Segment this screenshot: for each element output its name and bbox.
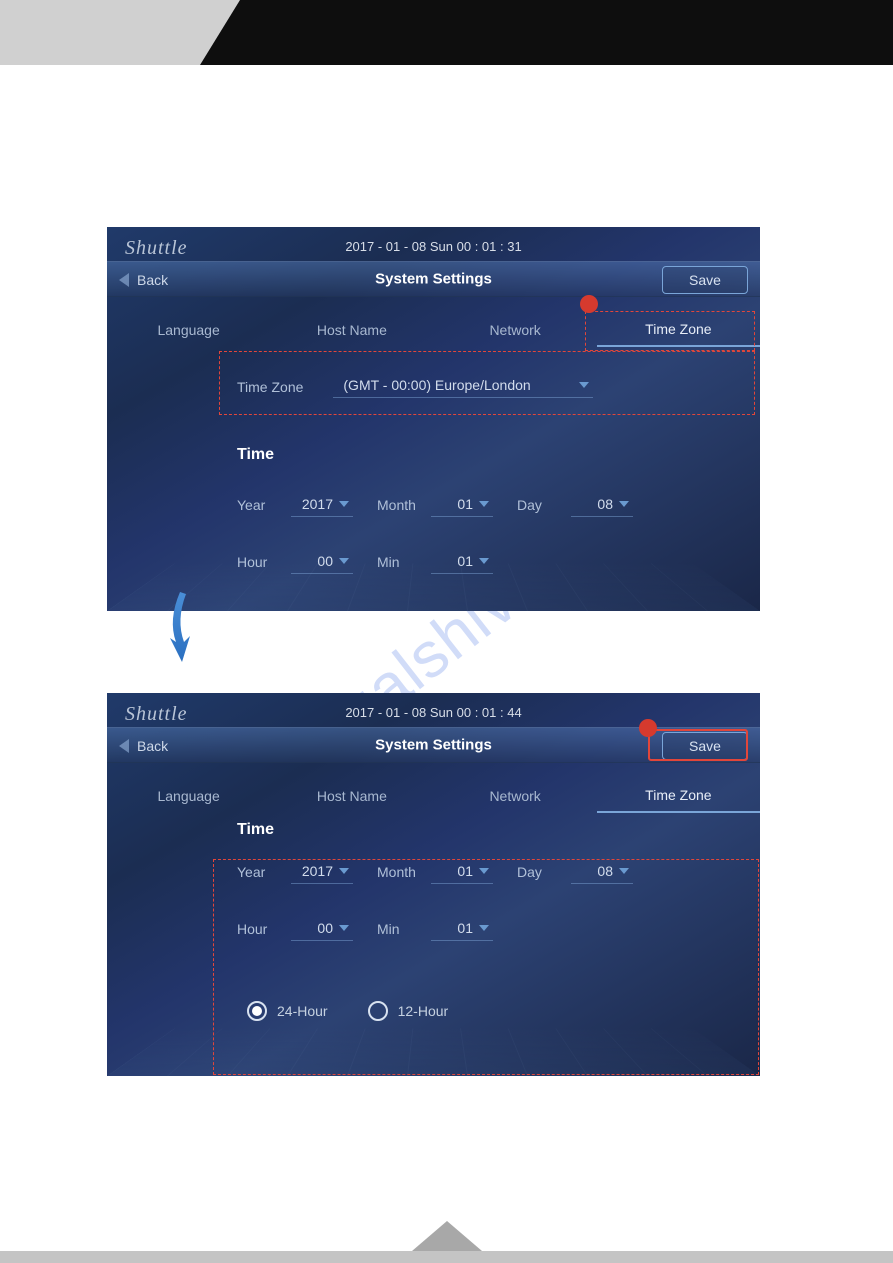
year-field: Year 2017 [237, 494, 353, 517]
title-bar: Back System Settings Save [107, 727, 760, 763]
time-format-radios: 24-Hour 12-Hour [247, 1001, 740, 1021]
day-label: Day [517, 497, 561, 517]
month-dropdown[interactable]: 01 [431, 494, 493, 517]
chevron-down-icon [339, 558, 349, 564]
month-field: Month 01 [377, 494, 493, 517]
chevron-down-icon [479, 925, 489, 931]
timezone-dropdown[interactable]: (GMT - 00:00) Europe/London [333, 375, 593, 398]
content-area: Time Year 2017 Month 01 [107, 813, 760, 1076]
footer-triangle-icon [412, 1221, 482, 1251]
day-dropdown[interactable]: 08 [571, 494, 633, 517]
year-dropdown[interactable]: 2017 [291, 861, 353, 884]
tab-network[interactable]: Network [434, 313, 597, 347]
save-label: Save [689, 272, 721, 288]
min-dropdown[interactable]: 01 [431, 918, 493, 941]
clock-text: 2017 - 01 - 08 Sun 00 : 01 : 44 [345, 705, 521, 720]
date-line: Year 2017 Month 01 Day 08 [237, 861, 740, 884]
radio-icon [368, 1001, 388, 1021]
time-line: Hour 00 Min 01 [237, 918, 740, 941]
hour-field: Hour 00 [237, 551, 353, 574]
min-dropdown[interactable]: 01 [431, 551, 493, 574]
day-field: Day 08 [517, 861, 633, 884]
brand-logo: Shuttle [125, 703, 188, 726]
annotation-red-dot [580, 295, 598, 313]
min-field: Min 01 [377, 551, 493, 574]
timezone-label: Time Zone [237, 379, 303, 395]
page-title: System Settings [375, 271, 492, 288]
tab-bar: Language Host Name Network Time Zone [107, 779, 760, 813]
chevron-down-icon [339, 501, 349, 507]
chevron-down-icon [479, 501, 489, 507]
tab-network[interactable]: Network [434, 779, 597, 813]
year-dropdown[interactable]: 2017 [291, 494, 353, 517]
screenshot-1: Shuttle 2017 - 01 - 08 Sun 00 : 01 : 31 … [107, 227, 760, 611]
hour-label: Hour [237, 921, 281, 941]
time-line: Hour 00 Min 01 [237, 551, 740, 574]
back-button[interactable]: Back [115, 262, 182, 298]
timezone-row: Time Zone (GMT - 00:00) Europe/London [127, 375, 740, 398]
tab-hostname[interactable]: Host Name [270, 779, 433, 813]
save-button[interactable]: Save [662, 266, 748, 294]
back-label: Back [137, 272, 168, 288]
day-label: Day [517, 864, 561, 884]
clock-text: 2017 - 01 - 08 Sun 00 : 01 : 31 [345, 239, 521, 254]
chevron-down-icon [619, 868, 629, 874]
chevron-down-icon [339, 925, 349, 931]
chevron-down-icon [339, 868, 349, 874]
time-fields: Year 2017 Month 01 Day 08 [127, 861, 740, 1076]
tab-language[interactable]: Language [107, 313, 270, 347]
min-label: Min [377, 921, 421, 941]
tab-hostname[interactable]: Host Name [270, 313, 433, 347]
content-area: Time Zone (GMT - 00:00) Europe/London Ti… [107, 347, 760, 611]
day-dropdown[interactable]: 08 [571, 861, 633, 884]
title-bar: Back System Settings Save [107, 261, 760, 297]
chevron-down-icon [479, 868, 489, 874]
tab-language[interactable]: Language [107, 779, 270, 813]
year-label: Year [237, 497, 281, 517]
chevron-down-icon [479, 558, 489, 564]
tab-timezone[interactable]: Time Zone [597, 313, 760, 347]
hour-dropdown[interactable]: 00 [291, 918, 353, 941]
hour-label: Hour [237, 554, 281, 574]
tab-bar: Language Host Name Network Time Zone [107, 313, 760, 347]
min-label: Min [377, 554, 421, 574]
date-line: Year 2017 Month 01 Day 08 [237, 494, 740, 517]
time-heading: Time [237, 446, 740, 464]
page-title: System Settings [375, 737, 492, 754]
month-label: Month [377, 497, 421, 517]
month-label: Month [377, 864, 421, 884]
radio-icon [247, 1001, 267, 1021]
screenshot-2: Shuttle 2017 - 01 - 08 Sun 00 : 01 : 44 … [107, 693, 760, 1076]
year-field: Year 2017 [237, 861, 353, 884]
back-button[interactable]: Back [115, 728, 182, 764]
hour-dropdown[interactable]: 00 [291, 551, 353, 574]
brand-logo: Shuttle [125, 237, 188, 260]
timezone-value: (GMT - 00:00) Europe/London [337, 377, 579, 393]
hour-field: Hour 00 [237, 918, 353, 941]
time-heading: Time [237, 821, 740, 839]
save-button[interactable]: Save [662, 732, 748, 760]
page-header [0, 0, 893, 65]
month-dropdown[interactable]: 01 [431, 861, 493, 884]
tab-timezone[interactable]: Time Zone [597, 779, 760, 813]
time-fields: Year 2017 Month 01 Day 08 [127, 494, 740, 574]
header-gray-tab [0, 0, 200, 65]
min-field: Min 01 [377, 918, 493, 941]
chevron-down-icon [579, 382, 589, 388]
day-field: Day 08 [517, 494, 633, 517]
radio-12hour[interactable]: 12-Hour [368, 1001, 449, 1021]
year-label: Year [237, 864, 281, 884]
radio-24-label: 24-Hour [277, 1003, 328, 1019]
radio-24hour[interactable]: 24-Hour [247, 1001, 328, 1021]
back-label: Back [137, 738, 168, 754]
chevron-down-icon [619, 501, 629, 507]
month-field: Month 01 [377, 861, 493, 884]
radio-12-label: 12-Hour [398, 1003, 449, 1019]
page-footer [0, 1251, 893, 1263]
save-label: Save [689, 738, 721, 754]
